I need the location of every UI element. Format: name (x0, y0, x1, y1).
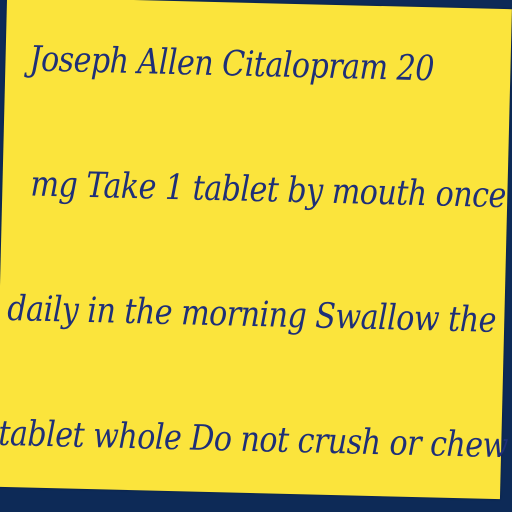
note-line-2: mg Take 1 tablet by mouth once (29, 164, 507, 217)
note-line-3: daily in the morning Swallow the (6, 289, 497, 341)
sticky-note: Joseph Allen Citalopram 20 mg Take 1 tab… (0, 0, 512, 500)
note-line-1: Joseph Allen Citalopram 20 (29, 39, 435, 90)
note-line-4: tablet whole Do not crush or chew (0, 413, 509, 467)
